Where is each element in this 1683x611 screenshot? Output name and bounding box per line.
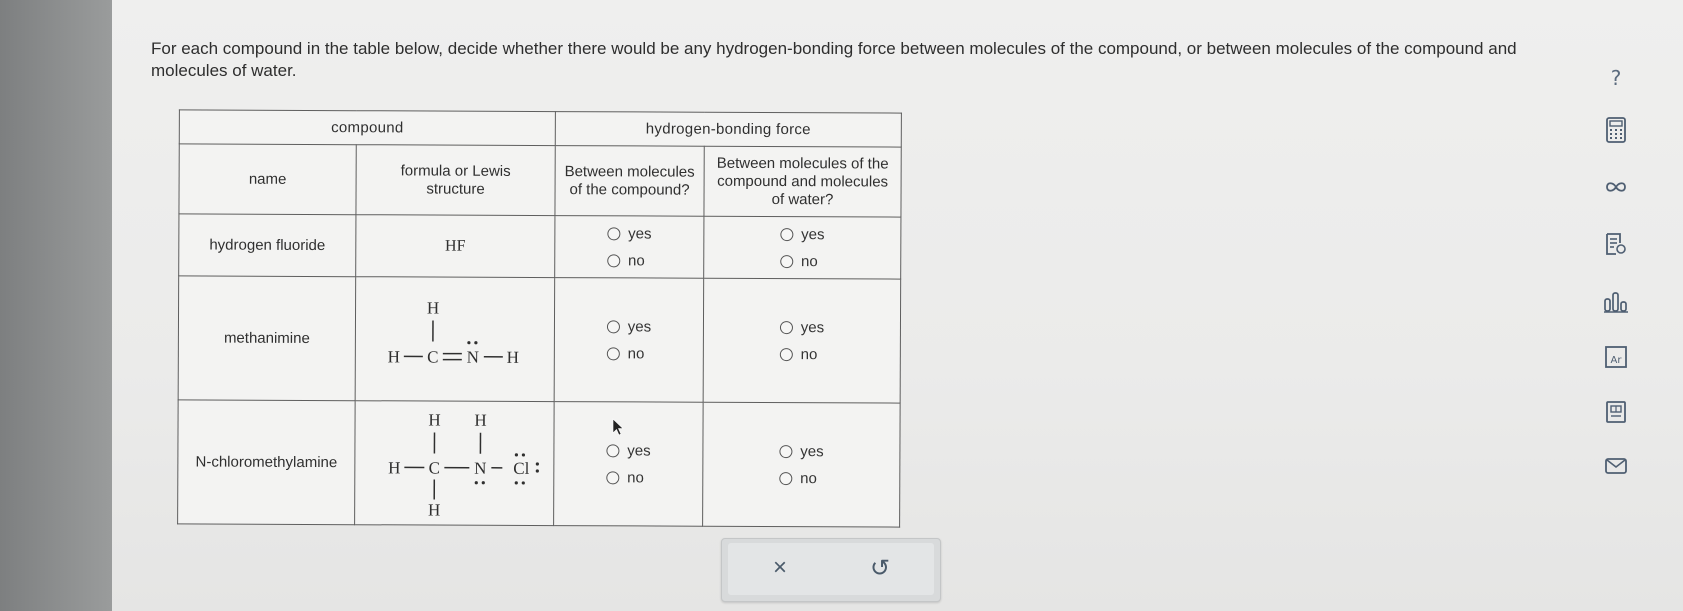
calculator-icon [1606, 117, 1626, 143]
radio-circle-icon [780, 227, 794, 241]
help-icon: ? [1610, 66, 1622, 90]
svg-text:H: H [428, 500, 440, 519]
reference-icon [1606, 401, 1626, 423]
q1-cell: yes no [554, 277, 704, 403]
formula: HF [355, 214, 555, 278]
svg-text:C: C [427, 347, 438, 366]
compound-name: N-chloromethylamine [177, 399, 356, 525]
q1-cell: yes no [553, 401, 704, 527]
radio-circle-icon [606, 319, 620, 333]
clear-button[interactable]: × [760, 551, 800, 585]
yes-radio[interactable]: yes [779, 314, 824, 341]
svg-text:Ar: Ar [1611, 355, 1623, 366]
lewis-structure: H H H C N Cl H [354, 400, 555, 526]
radio-circle-icon [779, 347, 793, 361]
svg-text:N: N [474, 458, 486, 477]
answer-action-bar: × ↺ [721, 538, 941, 602]
name-column-header: name [178, 143, 357, 215]
yes-radio[interactable]: yes [779, 438, 824, 465]
compound-name: methanimine [178, 275, 356, 401]
svg-text:H: H [474, 410, 486, 429]
between-water-column-header: Between molecules of the compound and mo… [703, 146, 902, 218]
q2-cell: yes no [702, 402, 901, 528]
radio-circle-icon [607, 226, 621, 240]
compound-group-header: compound [179, 109, 556, 146]
notes-icon [1606, 233, 1626, 255]
yes-radio[interactable]: yes [606, 313, 651, 340]
radio-circle-icon [607, 253, 621, 267]
calculator-button[interactable] [1596, 112, 1636, 148]
no-radio[interactable]: no [606, 464, 650, 491]
mail-button[interactable] [1596, 448, 1636, 484]
hbond-table: compound hydrogen-bonding force name for… [177, 109, 902, 528]
notes-button[interactable] [1596, 226, 1636, 262]
formula-column-header: formula or Lewis structure [355, 144, 556, 216]
radio-circle-icon [606, 470, 620, 484]
periodic-table-icon: Ar [1605, 346, 1627, 368]
radio-circle-icon [606, 346, 620, 360]
lewis-structure: H H C N H [355, 276, 555, 402]
svg-text:H: H [427, 298, 439, 317]
q2-cell: yes no [703, 216, 901, 280]
svg-text:C: C [429, 458, 440, 477]
question-text: For each compound in the table below, de… [151, 39, 1517, 80]
svg-text:H: H [388, 347, 400, 366]
hbond-group-header: hydrogen-bonding force [555, 111, 902, 148]
compound-name: hydrogen fluoride [178, 213, 356, 277]
mouse-cursor-icon [612, 418, 624, 436]
help-button[interactable]: ? [1596, 60, 1636, 96]
radio-circle-icon [779, 444, 793, 458]
n-chloromethylamine-lewis-structure: H H H C N Cl H [388, 410, 539, 519]
radio-circle-icon [779, 320, 793, 334]
no-radio[interactable]: no [607, 247, 651, 274]
table-row: methanimine H H C N H yes no yes no [178, 275, 901, 404]
chart-icon [1604, 292, 1628, 313]
svg-text:N: N [467, 347, 479, 366]
svg-text:H: H [388, 458, 400, 477]
no-radio[interactable]: no [779, 465, 823, 492]
svg-text:H: H [428, 410, 440, 429]
table-row: hydrogen fluoride HF yes no yes no [178, 213, 901, 280]
undo-button[interactable]: ↺ [860, 551, 900, 585]
methanimine-lewis-structure: H H C N H [388, 298, 519, 366]
radio-circle-icon [780, 254, 794, 268]
yes-radio[interactable]: yes [606, 437, 651, 464]
no-radio[interactable]: no [606, 340, 651, 367]
radio-circle-icon [779, 471, 793, 485]
yes-radio[interactable]: yes [780, 221, 825, 248]
infinity-button[interactable] [1596, 169, 1636, 205]
no-radio[interactable]: no [780, 248, 824, 275]
between-compound-column-header: Between molecules of the compound? [554, 145, 705, 217]
mail-icon [1605, 458, 1627, 474]
yes-radio[interactable]: yes [607, 220, 652, 247]
reference-button[interactable] [1596, 394, 1636, 430]
chart-button[interactable] [1596, 284, 1636, 320]
no-radio[interactable]: no [779, 341, 824, 368]
close-icon: × [772, 554, 787, 581]
q1-cell: yes no [554, 215, 704, 279]
svg-text:H: H [507, 347, 519, 366]
undo-icon: ↺ [869, 554, 891, 582]
table-row: N-chloromethylamine H H H C N Cl H yes n… [177, 399, 901, 528]
periodic-table-button[interactable]: Ar [1596, 339, 1636, 375]
background-strip [0, 0, 112, 611]
q2-cell: yes no [703, 278, 901, 404]
infinity-icon [1606, 182, 1626, 192]
svg-text:Cl: Cl [513, 458, 529, 477]
radio-circle-icon [606, 443, 620, 457]
